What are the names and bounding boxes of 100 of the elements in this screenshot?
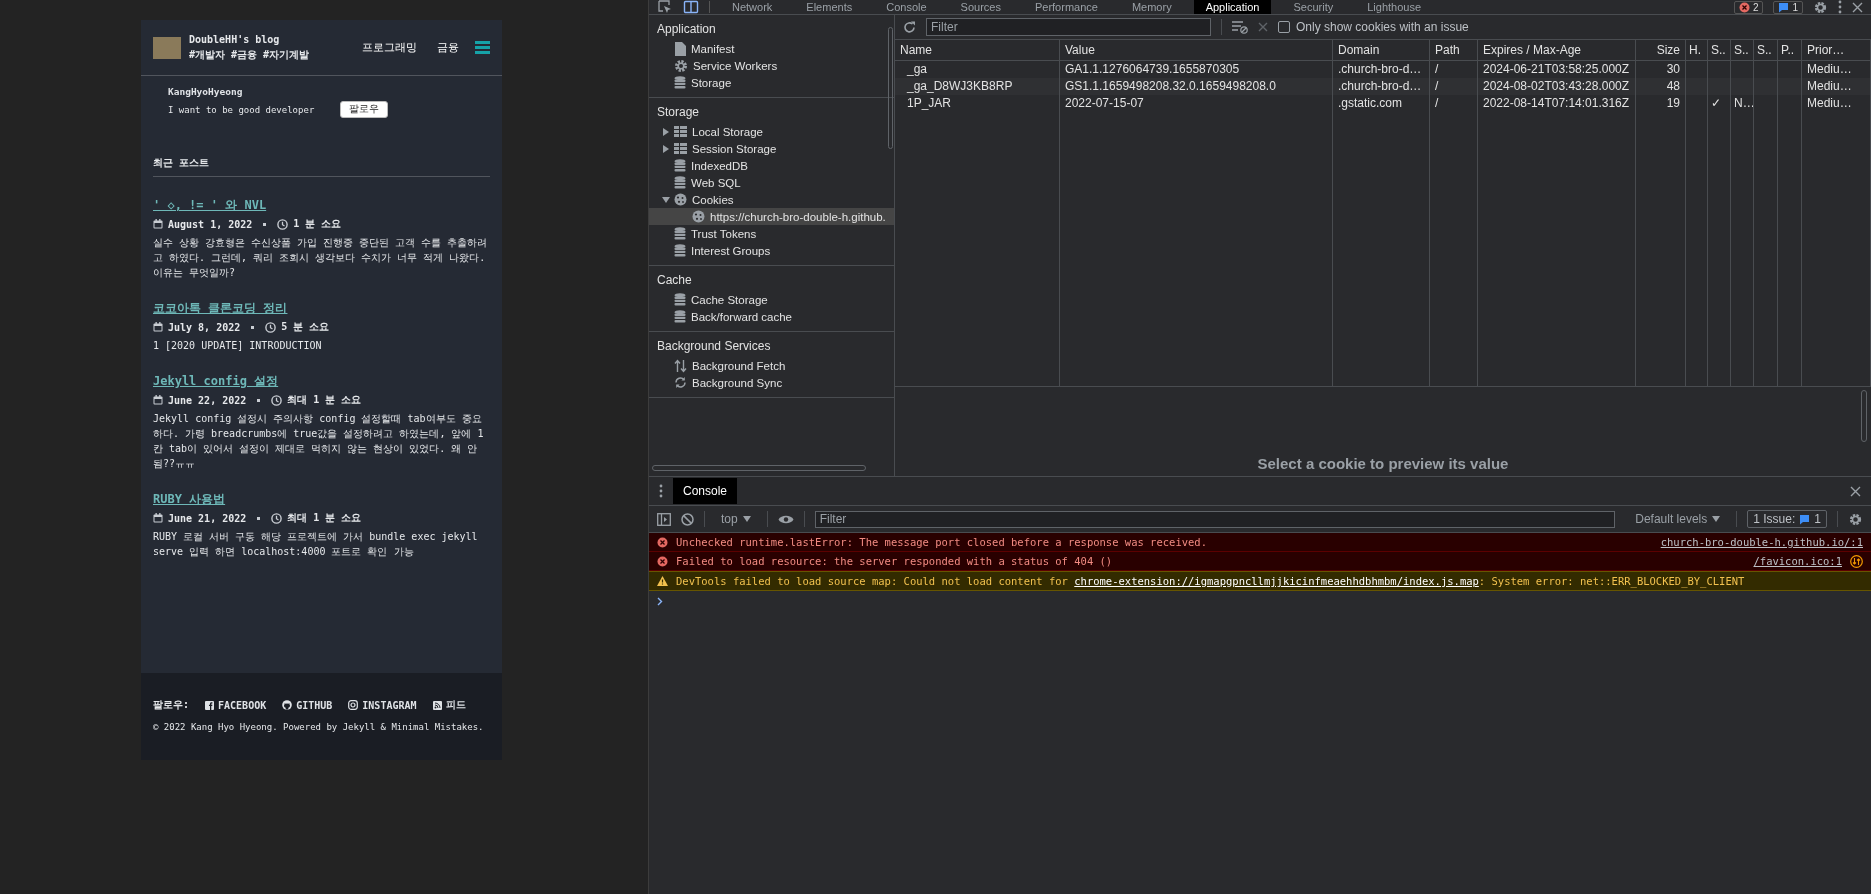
column-header[interactable]: S..: [1754, 40, 1778, 60]
blog-title[interactable]: DoubleHH's blog: [189, 33, 342, 45]
column-header[interactable]: H.: [1686, 40, 1708, 60]
filter-input[interactable]: Filter: [814, 510, 1616, 528]
checkbox[interactable]: [1278, 21, 1290, 33]
network-request-icon[interactable]: [1850, 554, 1863, 568]
panel-tab[interactable]: Console: [874, 0, 939, 14]
sidebar-item[interactable]: Service Workers: [649, 57, 894, 74]
expand-arrow-icon[interactable]: [663, 127, 669, 136]
settings-icon[interactable]: [1813, 0, 1828, 14]
preview-hint: Select a cookie to preview its value: [1257, 455, 1509, 472]
column-header[interactable]: Value: [1060, 40, 1333, 60]
nav-link[interactable]: 금융: [437, 40, 459, 55]
table-cell: 2024-08-02T03:43:28.000Z: [1478, 78, 1636, 95]
post-title-link[interactable]: ' ◇, != ' 와 NVL: [153, 197, 490, 214]
post-title-link[interactable]: 코코아톡 클론코딩 정리: [153, 300, 490, 317]
more-options-icon[interactable]: [659, 484, 663, 498]
context-dropdown[interactable]: top: [715, 511, 757, 527]
table-cell: Mediu…: [1802, 95, 1871, 112]
checkbox-label[interactable]: Only show cookies with an issue: [1296, 20, 1469, 34]
sidebar-item[interactable]: IndexedDB: [649, 157, 894, 174]
horizontal-scrollbar[interactable]: [652, 465, 866, 471]
sidebar-toggle-icon[interactable]: [657, 512, 671, 526]
clear-icon[interactable]: [1258, 22, 1268, 32]
column-header[interactable]: S..: [1708, 40, 1731, 60]
console-tab[interactable]: Console: [673, 478, 738, 504]
panel-tab[interactable]: Lighthouse: [1355, 0, 1434, 14]
more-options-icon[interactable]: [1838, 0, 1842, 14]
sidebar-item[interactable]: Back/forward cache: [649, 308, 894, 325]
clear-console-icon[interactable]: [681, 512, 694, 526]
database-icon: [674, 76, 686, 89]
social-link[interactable]: 피드: [432, 698, 466, 712]
sidebar-item[interactable]: Session Storage: [649, 140, 894, 157]
prompt-chevron-icon[interactable]: [657, 597, 663, 606]
sidebar-item[interactable]: https://church-bro-double-h.github.: [649, 208, 894, 225]
filter-input[interactable]: Filter: [926, 18, 1211, 36]
menu-icon[interactable]: [475, 41, 490, 54]
post-date: June 22, 2022: [168, 394, 247, 406]
sidebar-item[interactable]: Background Sync: [649, 374, 894, 391]
cookie-icon: [692, 210, 705, 223]
source-map-link[interactable]: chrome-extension://igmapgpncllmjjkicinfmeaehhdbhmbm/index.js.map: [1074, 575, 1479, 587]
sidebar-item[interactable]: Background Fetch: [649, 357, 894, 374]
expand-arrow-icon[interactable]: [663, 144, 669, 153]
panel-tab[interactable]: Memory: [1119, 0, 1184, 14]
sidebar-item[interactable]: Web SQL: [649, 174, 894, 191]
post-title-link[interactable]: Jekyll config 설정: [153, 373, 490, 390]
panel-tab[interactable]: Application: [1193, 0, 1272, 14]
sidebar-item[interactable]: Manifest: [649, 40, 894, 57]
gear-icon: [674, 58, 688, 73]
social-link[interactable]: GITHUB: [282, 699, 333, 711]
follow-button[interactable]: 팔로우: [340, 101, 389, 118]
nav-link[interactable]: 프로그래밍: [362, 40, 417, 55]
sidebar-item[interactable]: Trust Tokens: [649, 225, 894, 242]
clear-filtered-icon[interactable]: [1232, 20, 1248, 34]
column-header[interactable]: Expires / Max-Age: [1478, 40, 1636, 60]
sidebar-item[interactable]: Cache Storage: [649, 291, 894, 308]
panel-tab[interactable]: Elements: [794, 0, 865, 14]
database-icon: [674, 293, 686, 306]
sidebar-item[interactable]: Cookies: [649, 191, 894, 208]
sidebar-item[interactable]: Storage: [649, 74, 894, 91]
column-header[interactable]: Prior…: [1802, 40, 1871, 60]
post-title-link[interactable]: RUBY 사용법: [153, 491, 490, 508]
eye-icon[interactable]: [777, 513, 794, 525]
issue-count-badge[interactable]: 1: [1773, 0, 1803, 14]
panel-tab[interactable]: Performance: [1022, 0, 1110, 14]
social-link[interactable]: INSTAGRAM: [348, 699, 417, 711]
panel-tab[interactable]: Sources: [948, 0, 1013, 14]
expand-arrow-icon[interactable]: [662, 196, 670, 203]
inspect-element-icon[interactable]: [657, 0, 673, 14]
column-header[interactable]: Size: [1636, 40, 1686, 60]
github-icon: [282, 700, 293, 710]
vertical-scrollbar[interactable]: [888, 27, 893, 149]
social-link[interactable]: FACEBOOK: [205, 699, 267, 711]
sidebar-item[interactable]: Local Storage: [649, 123, 894, 140]
panel-tab[interactable]: Network: [720, 0, 785, 14]
column-header[interactable]: Path: [1430, 40, 1478, 60]
error-count-badge[interactable]: 2: [1733, 0, 1764, 14]
column-header[interactable]: P..: [1778, 40, 1802, 60]
column-header[interactable]: Domain: [1333, 40, 1430, 60]
close-icon[interactable]: [1852, 1, 1863, 13]
vertical-scrollbar[interactable]: [1861, 390, 1867, 442]
refresh-icon[interactable]: [903, 20, 916, 34]
log-levels-dropdown[interactable]: Default levels: [1629, 511, 1727, 527]
clock-icon: [265, 321, 277, 333]
source-link[interactable]: /favicon.ico:1: [1753, 555, 1842, 567]
error-icon: [1738, 1, 1750, 13]
column-header[interactable]: Name: [895, 40, 1060, 60]
settings-icon[interactable]: [1848, 511, 1863, 527]
sidebar-item[interactable]: Interest Groups: [649, 242, 894, 259]
close-icon[interactable]: [1850, 485, 1861, 497]
clock-icon: [271, 512, 283, 524]
device-toolbar-icon[interactable]: [683, 0, 699, 14]
source-link[interactable]: church-bro-double-h.github.io/:1: [1660, 536, 1863, 548]
sidebar-heading: Cache: [656, 272, 693, 289]
table-cell: /: [1430, 95, 1478, 112]
clock-icon: [271, 394, 283, 406]
database-icon: [674, 176, 686, 189]
column-header[interactable]: S..: [1731, 40, 1754, 60]
panel-tab[interactable]: Security: [1281, 0, 1346, 14]
issues-button[interactable]: 1 Issue: 1: [1747, 510, 1827, 528]
